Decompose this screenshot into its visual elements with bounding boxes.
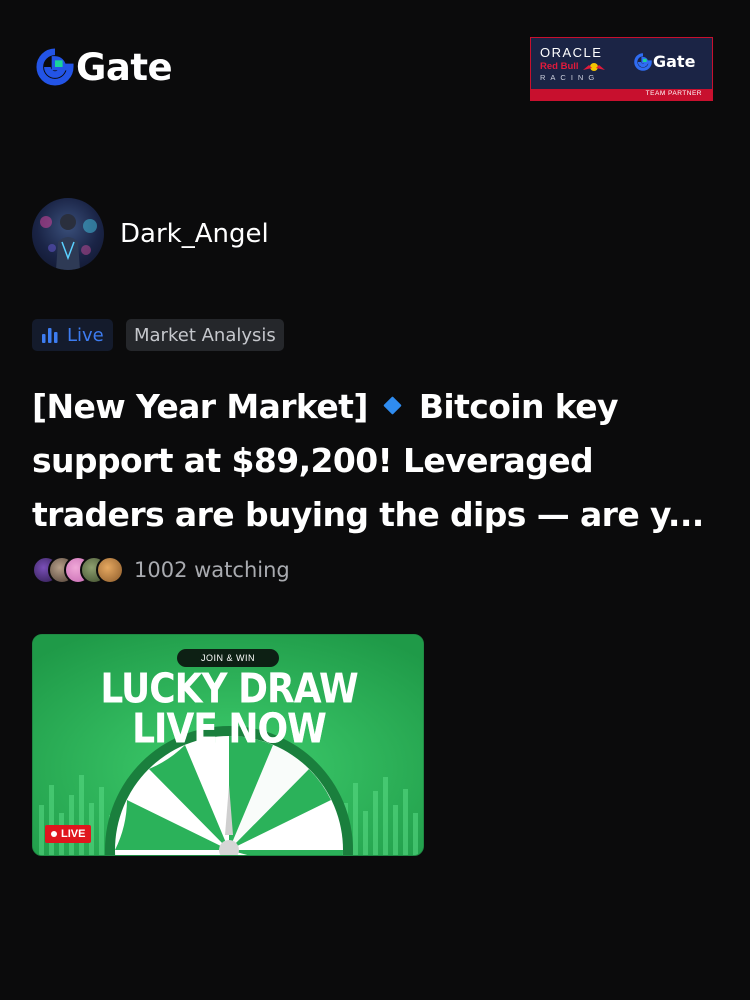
live-now-headline: LIVE NOW [132,705,327,754]
partner-redbull-text: Red Bull [540,61,579,72]
partner-badge: ORACLE Red Bull RACING Gate TEAM PARTNER [530,37,713,101]
logo-text: Gate [76,45,173,89]
watcher-avatar [96,556,124,584]
host-avatar-image [40,214,97,270]
partner-redbull: Red Bull [540,61,622,72]
stream-title-prefix: [New Year Market] [32,387,368,426]
team-partner-label: TEAM PARTNER [645,90,702,97]
host-name[interactable]: Dark_Angel [120,219,269,249]
partner-gate-text: Gate [653,52,696,71]
category-tag[interactable]: Market Analysis [126,319,284,351]
blue-diamond-icon [383,396,402,415]
join-win-pill: JOIN & WIN [177,649,279,667]
live-bars-icon [42,328,58,343]
watching-count: 1002 watching [134,558,290,582]
live-dot-icon [51,831,57,837]
category-tag-label: Market Analysis [134,324,276,346]
stream-title[interactable]: [New Year Market] Bitcoin key support at … [32,380,722,542]
gate-logo-icon [36,48,74,86]
stream-thumbnail[interactable]: JOIN & WIN LUCKY DRAW LIVE NOW LIVE [32,634,424,856]
watchers-row: 1002 watching [32,554,290,586]
partner-bar: TEAM PARTNER [531,89,712,100]
watcher-avatars [32,556,124,584]
gate-logo-icon [634,52,652,71]
live-badge-label: LIVE [61,828,86,840]
partner-racing: RACING [540,73,600,82]
join-win-label: JOIN & WIN [201,653,255,663]
host-avatar[interactable] [32,198,104,270]
partner-oracle: ORACLE [540,45,603,60]
partner-gate: Gate [634,52,695,71]
live-tag-label: Live [67,324,104,346]
gate-logo[interactable]: Gate [36,45,173,89]
redbull-bulls-icon [582,62,605,71]
live-tag: Live [32,319,113,351]
live-badge: LIVE [45,825,92,843]
